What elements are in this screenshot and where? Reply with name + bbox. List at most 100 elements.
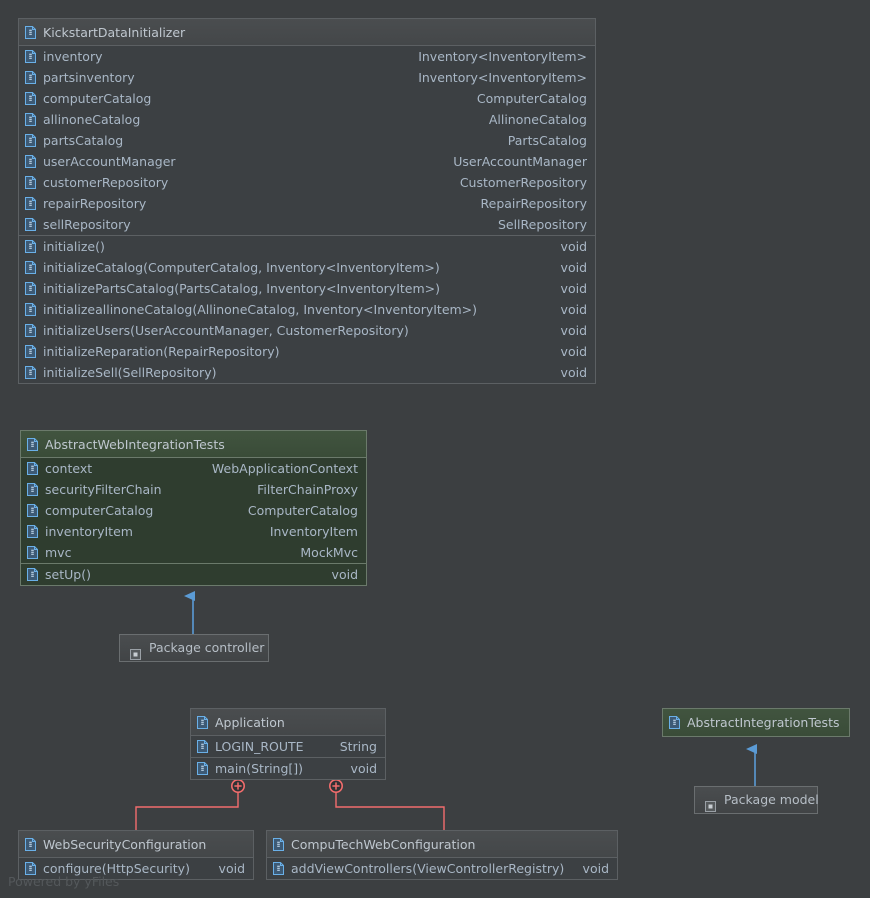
class-title: AbstractIntegrationTests <box>687 715 840 730</box>
class-node-abstract-web-integration-tests[interactable]: AbstractWebIntegrationTests context WebA… <box>20 430 367 586</box>
class-title: Application <box>215 714 285 730</box>
class-header[interactable]: Application <box>191 709 385 736</box>
field-icon <box>27 546 38 559</box>
class-node-abstract-integration-tests[interactable]: AbstractIntegrationTests <box>662 708 850 737</box>
field-row[interactable]: sellRepository SellRepository <box>19 214 595 235</box>
package-icon <box>705 795 716 812</box>
method-row[interactable]: initializeallinoneCatalog(AllinoneCatalo… <box>19 299 595 320</box>
field-icon <box>25 50 36 63</box>
class-node-computech-web-configuration[interactable]: CompuTechWebConfiguration addViewControl… <box>266 830 618 880</box>
method-row[interactable]: addViewControllers(ViewControllerRegistr… <box>267 858 617 879</box>
member-name: initializePartsCatalog(PartsCatalog, Inv… <box>43 281 440 296</box>
member-name: mvc <box>45 545 72 560</box>
class-methods: setUp() void <box>21 563 366 585</box>
field-row[interactable]: LOGIN_ROUTE String <box>191 736 385 757</box>
member-type: void <box>331 567 358 582</box>
field-icon <box>27 483 38 496</box>
member-type: void <box>218 861 245 876</box>
package-node-model[interactable]: Package model <box>694 786 819 814</box>
method-icon <box>25 240 36 253</box>
class-header[interactable]: CompuTechWebConfiguration <box>267 831 617 858</box>
class-header[interactable]: AbstractIntegrationTests <box>663 709 849 736</box>
member-type: InventoryItem <box>269 524 358 539</box>
class-node-application[interactable]: Application LOGIN_ROUTE String main(Stri… <box>190 708 386 780</box>
member-type: void <box>560 344 587 359</box>
method-row[interactable]: initializeUsers(UserAccountManager, Cust… <box>19 320 595 341</box>
member-type: PartsCatalog <box>507 133 587 148</box>
member-name: context <box>45 461 93 476</box>
method-row[interactable]: main(String[]) void <box>191 758 385 779</box>
field-row[interactable]: partsinventory Inventory<InventoryItem> <box>19 67 595 88</box>
field-row[interactable]: inventory Inventory<InventoryItem> <box>19 46 595 67</box>
method-icon <box>25 303 36 316</box>
class-title: WebSecurityConfiguration <box>43 836 207 852</box>
method-icon <box>25 345 36 358</box>
member-name: initializeSell(SellRepository) <box>43 365 217 380</box>
field-row[interactable]: mvc MockMvc <box>21 542 366 563</box>
member-name: customerRepository <box>43 175 169 190</box>
field-row[interactable]: allinoneCatalog AllinoneCatalog <box>19 109 595 130</box>
field-icon <box>25 155 36 168</box>
field-row[interactable]: context WebApplicationContext <box>21 458 366 479</box>
field-row[interactable]: repairRepository RepairRepository <box>19 193 595 214</box>
member-name: sellRepository <box>43 217 131 232</box>
package-label: Package model <box>724 792 819 807</box>
member-type: CustomerRepository <box>459 175 587 190</box>
class-node-kickstart-data-initializer[interactable]: KickstartDataInitializer inventory Inven… <box>18 18 596 384</box>
method-row[interactable]: setUp() void <box>21 564 366 585</box>
edge-application-computechwebconfiguration <box>328 778 445 831</box>
member-type: void <box>560 323 587 338</box>
method-icon <box>25 366 36 379</box>
member-name: main(String[]) <box>215 761 304 776</box>
method-row[interactable]: initialize() void <box>19 236 595 257</box>
method-row[interactable]: initializeSell(SellRepository) void <box>19 362 595 383</box>
method-icon <box>197 762 208 775</box>
member-name: userAccountManager <box>43 154 176 169</box>
class-icon <box>25 25 36 39</box>
member-type: void <box>582 861 609 876</box>
field-row[interactable]: inventoryItem InventoryItem <box>21 521 366 542</box>
method-row[interactable]: initializePartsCatalog(PartsCatalog, Inv… <box>19 278 595 299</box>
class-methods: addViewControllers(ViewControllerRegistr… <box>267 858 617 879</box>
class-node-web-security-configuration[interactable]: WebSecurityConfiguration configure(HttpS… <box>18 830 254 880</box>
member-name: setUp() <box>45 567 91 582</box>
class-header[interactable]: AbstractWebIntegrationTests <box>21 431 366 458</box>
member-name: LOGIN_ROUTE <box>215 739 304 754</box>
package-label: Package controller <box>149 640 265 655</box>
field-icon <box>25 134 36 147</box>
class-icon <box>273 837 284 851</box>
method-icon <box>25 261 36 274</box>
edge-application-websecurityconfiguration <box>135 778 246 831</box>
method-icon <box>25 282 36 295</box>
class-header[interactable]: KickstartDataInitializer <box>19 19 595 46</box>
field-icon <box>25 176 36 189</box>
field-row[interactable]: userAccountManager UserAccountManager <box>19 151 595 172</box>
member-type: FilterChainProxy <box>257 482 358 497</box>
member-type: ComputerCatalog <box>476 91 587 106</box>
class-header[interactable]: WebSecurityConfiguration <box>19 831 253 858</box>
field-row[interactable]: customerRepository CustomerRepository <box>19 172 595 193</box>
class-icon <box>669 716 680 729</box>
field-icon <box>197 740 208 753</box>
member-type: RepairRepository <box>480 196 588 211</box>
class-fields: LOGIN_ROUTE String <box>191 736 385 757</box>
field-row[interactable]: computerCatalog ComputerCatalog <box>19 88 595 109</box>
member-type: void <box>560 260 587 275</box>
member-name: inventory <box>43 49 103 64</box>
field-icon <box>25 113 36 126</box>
class-methods: main(String[]) void <box>191 757 385 779</box>
field-row[interactable]: computerCatalog ComputerCatalog <box>21 500 366 521</box>
member-name: allinoneCatalog <box>43 112 141 127</box>
member-name: partsinventory <box>43 70 135 85</box>
member-type: void <box>560 365 587 380</box>
method-row[interactable]: initializeReparation(RepairRepository) v… <box>19 341 595 362</box>
class-title: KickstartDataInitializer <box>43 24 186 40</box>
field-row[interactable]: partsCatalog PartsCatalog <box>19 130 595 151</box>
field-row[interactable]: securityFilterChain FilterChainProxy <box>21 479 366 500</box>
member-type: void <box>560 281 587 296</box>
method-row[interactable]: initializeCatalog(ComputerCatalog, Inven… <box>19 257 595 278</box>
class-icon <box>197 715 208 729</box>
package-node-controller[interactable]: Package controller <box>119 634 269 662</box>
member-type: ComputerCatalog <box>247 503 358 518</box>
member-name: initializeReparation(RepairRepository) <box>43 344 280 359</box>
